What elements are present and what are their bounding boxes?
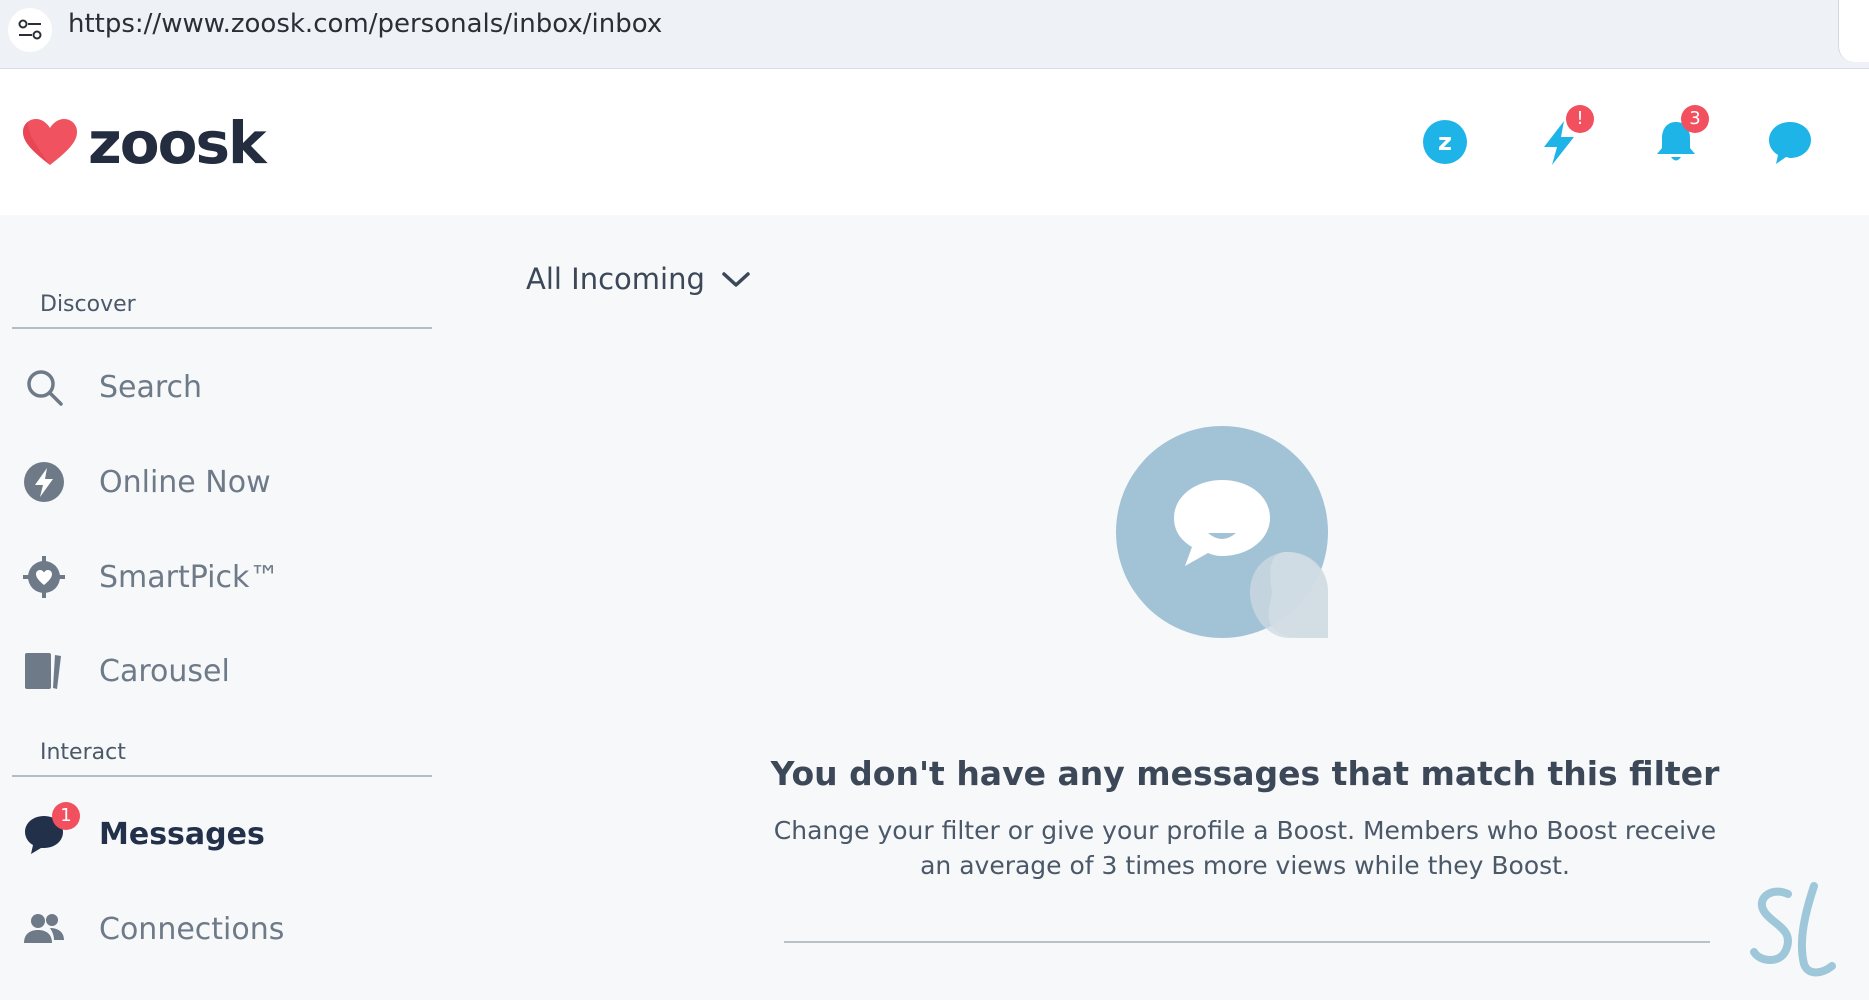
lightning-circle-icon [22, 460, 66, 504]
sl-watermark-logo [1750, 882, 1836, 977]
nav-item-carousel[interactable]: Carousel [12, 636, 432, 706]
notifications-count-badge: 3 [1681, 105, 1709, 133]
nav-item-label: Search [99, 369, 203, 405]
chat-bubble-icon [1769, 122, 1811, 164]
message-filter-dropdown[interactable]: All Incoming [526, 262, 753, 296]
url-text[interactable]: https://www.zoosk.com/personals/inbox/in… [68, 8, 662, 40]
section-divider [12, 327, 432, 329]
nav-item-label: SmartPick™ [99, 559, 280, 595]
nav-item-label: Connections [99, 911, 285, 947]
empty-state-description: Change your filter or give your profile … [773, 816, 1717, 880]
notifications-button[interactable]: 3 [1651, 105, 1709, 167]
browser-side-panel-edge [1838, 0, 1869, 62]
heart-logo-icon [23, 119, 77, 165]
nav-item-smartpick[interactable]: SmartPick™ [12, 542, 432, 612]
nav-item-search[interactable]: Search [12, 352, 432, 422]
messages-count-badge: 1 [52, 802, 80, 830]
nav-item-messages[interactable]: 1 Messages [12, 799, 432, 869]
smartpick-target-icon [22, 555, 66, 599]
filter-label: All Incoming [526, 262, 705, 296]
tune-icon [18, 19, 42, 40]
carousel-cards-icon [22, 649, 66, 693]
boost-button[interactable]: ! [1534, 105, 1594, 167]
zoosk-logo[interactable]: zoosk [22, 109, 267, 177]
zoosk-coins-button[interactable]: z [1420, 117, 1470, 167]
header-messages-button[interactable] [1765, 117, 1815, 167]
nav-item-label: Messages [99, 816, 265, 852]
nav-item-label: Carousel [99, 653, 230, 689]
logo-wordmark: zoosk [88, 109, 267, 177]
nav-item-connections[interactable]: Connections [12, 894, 432, 964]
chevron-down-icon [722, 272, 750, 287]
people-icon [22, 907, 66, 951]
zoosk-coin-icon: z [1423, 120, 1467, 164]
nav-item-label: Online Now [99, 464, 271, 500]
content-divider [784, 941, 1710, 943]
empty-inbox-illustration [1116, 426, 1328, 638]
chat-bubble-icon: 1 [22, 802, 80, 856]
site-header: zoosk z ! 3 [0, 69, 1869, 215]
section-label-discover: Discover [40, 292, 136, 317]
browser-address-bar: https://www.zoosk.com/personals/inbox/in… [0, 0, 1869, 69]
boost-alert-badge: ! [1566, 105, 1594, 133]
section-divider [12, 775, 432, 777]
nav-item-online-now[interactable]: Online Now [12, 447, 432, 517]
section-label-interact: Interact [40, 740, 126, 765]
empty-state-title: You don't have any messages that match t… [770, 754, 1720, 793]
search-icon [22, 365, 66, 409]
coin-letter: z [1438, 128, 1452, 156]
site-settings-button[interactable] [8, 8, 52, 52]
